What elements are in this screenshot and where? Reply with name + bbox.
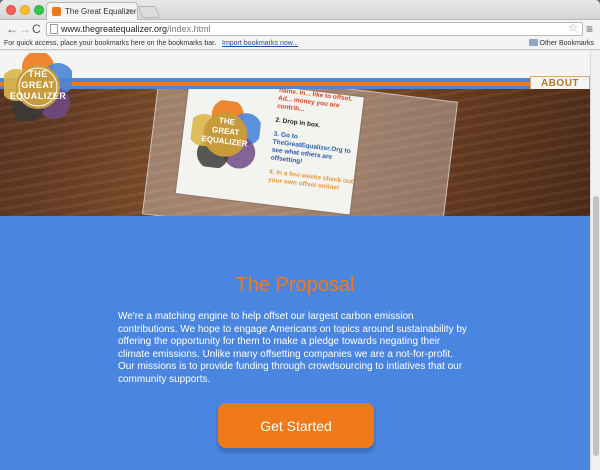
- forward-arrow-icon[interactable]: →: [19, 21, 31, 37]
- get-started-button[interactable]: Get Started: [218, 403, 374, 448]
- close-window-icon[interactable]: [6, 5, 16, 15]
- favicon-icon: [52, 7, 61, 16]
- acrylic-card-holder: THE GREAT EQUALIZER name. In... like to …: [141, 89, 459, 216]
- site-logo[interactable]: THE GREAT EQUALIZER: [0, 51, 74, 123]
- proposal-section: The Proposal We're a matching engine to …: [0, 216, 590, 470]
- tab-active[interactable]: The Great Equalizer ×: [46, 2, 138, 20]
- proposal-body: We're a matching engine to help offset o…: [118, 311, 467, 385]
- page-viewport: ABOUT THE GREAT EQUALIZER THE GREAT EQUA…: [0, 51, 600, 470]
- import-bookmarks-link[interactable]: Import bookmarks now...: [222, 40, 298, 47]
- proposal-title: The Proposal: [235, 274, 355, 296]
- hero-photo: THE GREAT EQUALIZER name. In... like to …: [0, 89, 590, 216]
- card-instructions: name. In... like to offset. Ad... money …: [268, 89, 364, 195]
- back-arrow-icon[interactable]: ←: [6, 21, 18, 37]
- other-bookmarks-label: Other Bookmarks: [539, 40, 594, 47]
- site-header: ABOUT: [0, 51, 590, 89]
- address-bar[interactable]: www.thegreatequalizer.org/index.html ☆: [46, 22, 583, 36]
- logo-line-1: THE: [28, 69, 48, 79]
- zoom-window-icon[interactable]: [34, 5, 44, 15]
- reload-icon[interactable]: C: [32, 21, 41, 37]
- page-scrollbar[interactable]: [590, 51, 600, 470]
- card-text-step4: 4. In a few weeks check out your own off…: [267, 168, 354, 192]
- browser-toolbar: ← → C www.thegreatequalizer.org/index.ht…: [0, 20, 600, 38]
- bookmarks-prompt: For quick access, place your bookmarks h…: [4, 40, 217, 47]
- card-text-step1: name. In... like to offset. Ad... money …: [276, 89, 353, 114]
- card-text-step3: 3. Go to TheGreatEqualizer.Org to see wh…: [270, 130, 351, 166]
- page-icon: [50, 24, 58, 34]
- bookmarks-bar: For quick access, place your bookmarks h…: [0, 38, 600, 50]
- new-tab-button[interactable]: [137, 6, 161, 18]
- folder-icon: [528, 39, 538, 46]
- minimize-window-icon[interactable]: [20, 5, 30, 15]
- scrollbar-thumb[interactable]: [593, 196, 599, 456]
- card-logo: THE GREAT EQUALIZER: [187, 97, 263, 173]
- bookmark-star-icon[interactable]: ☆: [568, 22, 578, 34]
- logo-line-2: GREAT: [21, 80, 55, 90]
- browser-window: The Great Equalizer × ← → C www.thegreat…: [0, 0, 600, 470]
- tab-strip: The Great Equalizer ×: [0, 0, 600, 20]
- url-domain: www.thegreatequalizer.org: [61, 24, 168, 34]
- menu-icon[interactable]: ≡: [586, 21, 593, 37]
- logo-text: THE GREAT EQUALIZER: [4, 69, 72, 102]
- nav-about-link[interactable]: ABOUT: [530, 76, 590, 89]
- instruction-card: THE GREAT EQUALIZER name. In... like to …: [175, 89, 364, 215]
- other-bookmarks-button[interactable]: Other Bookmarks: [528, 38, 594, 50]
- tab-close-icon[interactable]: ×: [127, 6, 132, 16]
- logo-line-3: EQUALIZER: [9, 91, 67, 101]
- url-path: /index.html: [167, 24, 211, 34]
